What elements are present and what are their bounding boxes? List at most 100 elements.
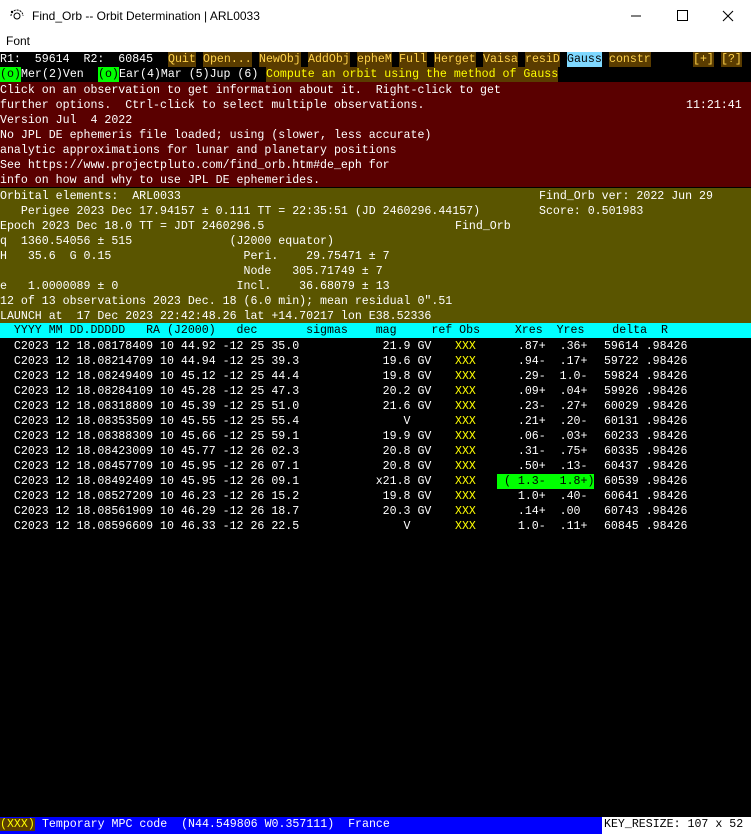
observations-summary: 12 of 13 observations 2023 Dec. 18 (6.0 …	[0, 295, 453, 308]
maximize-icon	[677, 10, 688, 21]
quit-button[interactable]: Quit	[168, 52, 196, 67]
table-row[interactable]: C2023 12 18.08388309 10 45.66 -12 25 59.…	[0, 429, 751, 444]
herget-button[interactable]: Herget	[434, 52, 476, 67]
addobj-button[interactable]: AddObj	[308, 52, 350, 67]
residuals: 1.0- .11+	[497, 520, 602, 533]
planets-row: (o) Mer (2)Ven (o) Ear (4)Mar (5)Jup (6)…	[0, 67, 751, 82]
version-line: Version Jul 4 2022	[0, 114, 133, 127]
close-button[interactable]	[705, 0, 751, 32]
table-row[interactable]: C2023 12 18.08561909 10 46.29 -12 26 18.…	[0, 504, 751, 519]
table-row[interactable]: C2023 12 18.08249409 10 45.12 -12 25 44.…	[0, 369, 751, 384]
info-line-4: No JPL DE ephemeris file loaded; using (…	[0, 129, 432, 142]
table-row[interactable]: C2023 12 18.08284109 10 45.28 -12 25 47.…	[0, 384, 751, 399]
vaisa-button[interactable]: Vaisa	[483, 52, 518, 67]
residuals: .87+ .36+	[497, 340, 602, 353]
clock: 11:21:41	[686, 99, 742, 112]
font-menu[interactable]: Font	[6, 34, 30, 48]
q-line: q 1360.54056 ± 515 (J2000 equator)	[0, 235, 334, 248]
delta-r: 60335 .98426	[597, 445, 688, 458]
observatory-code: XXX	[455, 415, 476, 428]
observatory-code: XXX	[455, 430, 476, 443]
table-row[interactable]: C2023 12 18.08527209 10 46.23 -12 26 15.…	[0, 489, 751, 504]
delta-r: 60743 .98426	[597, 505, 688, 518]
observatory-code: XXX	[455, 490, 476, 503]
observation-data: C2023 12 18.08318809 10 45.39 -12 25 51.…	[0, 400, 439, 413]
observation-data: C2023 12 18.08178409 10 44.92 -12 25 35.…	[0, 340, 439, 353]
venus-toggle[interactable]: (2)Ven	[42, 67, 84, 82]
zoom-in-button[interactable]: [+]	[693, 52, 714, 67]
table-row[interactable]: C2023 12 18.08318809 10 45.39 -12 25 51.…	[0, 399, 751, 414]
full-button[interactable]: Full	[399, 52, 427, 67]
residuals: .31- .75+	[497, 445, 602, 458]
observatory-code: XXX	[455, 505, 476, 518]
observatory-code: XXX	[455, 520, 476, 533]
residuals: .94- .17+	[497, 355, 602, 368]
newobj-button[interactable]: NewObj	[259, 52, 301, 67]
resid-button[interactable]: resiD	[525, 52, 560, 67]
table-row[interactable]: C2023 12 18.08457709 10 45.95 -12 26 07.…	[0, 459, 751, 474]
earth-label[interactable]: Ear	[119, 67, 140, 82]
earth-toggle[interactable]: (o)	[98, 67, 119, 82]
excluded-residuals: ( 1.3- 1.8+)	[497, 474, 595, 489]
minimize-icon	[631, 15, 641, 17]
status-code: (XXX)	[0, 818, 35, 831]
observation-data: C2023 12 18.08249409 10 45.12 -12 25 44.…	[0, 370, 439, 383]
observation-data: C2023 12 18.08388309 10 45.66 -12 25 59.…	[0, 430, 439, 443]
residuals: .23- .27+	[497, 400, 602, 413]
observation-data: C2023 12 18.08492409 10 45.95 -12 26 09.…	[0, 475, 439, 488]
key-resize-indicator: KEY_RESIZE: 107 x 52	[602, 817, 751, 834]
info-line-5: analytic approximations for lunar and pl…	[0, 144, 397, 157]
other-planet-toggles[interactable]: (4)Mar (5)Jup (6)	[140, 67, 258, 82]
observation-data: C2023 12 18.08353509 10 45.55 -12 25 55.…	[0, 415, 439, 428]
observation-data: C2023 12 18.08423009 10 45.77 -12 26 02.…	[0, 445, 439, 458]
mercury-toggle[interactable]: (o)	[0, 67, 21, 82]
table-row[interactable]: C2023 12 18.08492409 10 45.95 -12 26 09.…	[0, 474, 751, 489]
observatory-code: XXX	[455, 355, 476, 368]
observatory-code: XXX	[455, 385, 476, 398]
info-line-2: further options. Ctrl-click to select mu…	[0, 99, 425, 112]
observatory-code: XXX	[455, 370, 476, 383]
launch-line: LAUNCH at 17 Dec 2023 22:42:48.26 lat +1…	[0, 310, 432, 323]
observatory-code: XXX	[455, 460, 476, 473]
table-row[interactable]: C2023 12 18.08178409 10 44.92 -12 25 35.…	[0, 339, 751, 354]
observatory-code: XXX	[455, 475, 476, 488]
mercury-label[interactable]: Mer	[21, 67, 42, 82]
residuals: .09+ .04+	[497, 385, 602, 398]
help-button[interactable]: [?]	[721, 52, 742, 67]
table-header-text: YYYY MM DD.DDDDD RA (J2000) dec sigmas m…	[0, 324, 668, 337]
maximize-button[interactable]	[659, 0, 705, 32]
table-row[interactable]: C2023 12 18.08596609 10 46.33 -12 26 22.…	[0, 519, 751, 534]
observation-data: C2023 12 18.08457709 10 45.95 -12 26 07.…	[0, 460, 439, 473]
table-row[interactable]: C2023 12 18.08423009 10 45.77 -12 26 02.…	[0, 444, 751, 459]
residuals: .29- 1.0-	[497, 370, 602, 383]
ephem-button[interactable]: epheM	[357, 52, 392, 67]
terminal: R1: 59614 R2: 60845 Quit Open... NewObj …	[0, 52, 751, 834]
residuals: .06- .03+	[497, 430, 602, 443]
observatory-code: XXX	[455, 340, 476, 353]
observatory-code: XXX	[455, 445, 476, 458]
residuals: .21+ .20-	[497, 415, 602, 428]
delta-r: 59722 .98426	[597, 355, 688, 368]
delta-r: 60539 .98426	[597, 475, 688, 488]
residuals: .50+ .13-	[497, 460, 602, 473]
title-bar: Find_Orb -- Orbit Determination | ARL003…	[0, 0, 751, 32]
open-button[interactable]: Open...	[203, 52, 252, 67]
observatory-code: XXX	[455, 400, 476, 413]
info-line-7: info on how and why to use JPL DE epheme…	[0, 174, 321, 187]
delta-r: 59614 .98426	[597, 340, 688, 353]
observation-data: C2023 12 18.08214709 10 44.94 -12 25 39.…	[0, 355, 439, 368]
score: Score: 0.501983	[539, 205, 644, 218]
observation-data: C2023 12 18.08596609 10 46.33 -12 26 22.…	[0, 520, 439, 533]
epoch-line: Epoch 2023 Dec 18.0 TT = JDT 2460296.5	[0, 220, 265, 233]
h-line: H 35.6 G 0.15 Peri. 29.75471 ± 7	[0, 250, 390, 263]
table-row[interactable]: C2023 12 18.08214709 10 44.94 -12 25 39.…	[0, 354, 751, 369]
table-header: YYYY MM DD.DDDDD RA (J2000) dec sigmas m…	[0, 323, 751, 338]
table-row[interactable]: C2023 12 18.08353509 10 45.55 -12 25 55.…	[0, 414, 751, 429]
minimize-button[interactable]	[613, 0, 659, 32]
constr-button[interactable]: constr	[609, 52, 651, 67]
observation-data: C2023 12 18.08527209 10 46.23 -12 26 15.…	[0, 490, 439, 503]
r1-r2-readout: R1: 59614 R2: 60845	[0, 53, 154, 66]
key-resize-text: KEY_RESIZE: 107 x 52	[604, 818, 744, 831]
gauss-button[interactable]: Gauss	[567, 52, 602, 67]
delta-r: 60641 .98426	[597, 490, 688, 503]
